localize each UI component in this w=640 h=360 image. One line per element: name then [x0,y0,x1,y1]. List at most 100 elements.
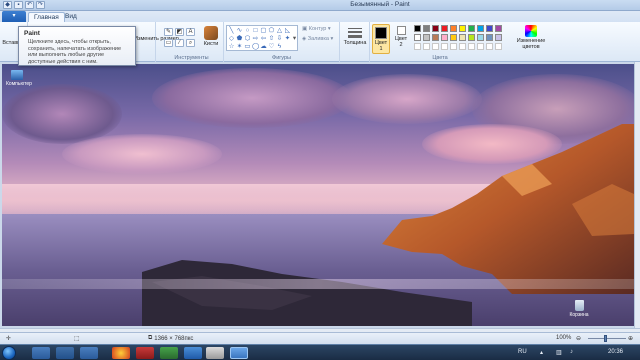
edit-colors-button[interactable]: Изменение цветов [514,25,548,50]
palette-swatch[interactable] [486,25,493,32]
line-shape-icon[interactable]: ╲ [228,27,235,34]
fill-icon[interactable]: ◩ [175,28,184,36]
diamond-shape-icon[interactable]: ◇ [228,35,235,42]
selection-size: ⬚ [74,335,80,342]
palette-swatch[interactable] [486,34,493,41]
palette-swatch[interactable] [414,25,421,32]
app-blue-icon[interactable] [184,347,202,359]
yandex-browser-icon[interactable] [112,347,130,359]
vertical-scrollbar[interactable] [634,62,640,332]
palette-swatch[interactable] [414,34,421,41]
palette-empty-swatch[interactable] [477,43,484,50]
triangle-shape-icon[interactable]: △ [276,27,283,34]
clock[interactable]: 20:36 [608,349,623,355]
palette-swatch[interactable] [423,25,430,32]
arrow-left-shape-icon[interactable]: ⇦ [260,35,267,42]
palette-swatch[interactable] [450,34,457,41]
palette-empty-swatch[interactable] [468,43,475,50]
brushes-button[interactable]: Кисти [200,26,222,47]
paint-taskbar-icon[interactable] [230,347,248,359]
zoom-out-button[interactable]: ⊖ [576,335,581,342]
gallery-scroll-icon[interactable]: ▾ [291,35,298,42]
palette-empty-swatch[interactable] [495,43,502,50]
palette-empty-swatch[interactable] [459,43,466,50]
app-gray-icon[interactable] [206,347,224,359]
palette-swatch[interactable] [495,25,502,32]
zoom-slider-thumb[interactable] [604,335,607,342]
app-green-icon[interactable] [160,347,178,359]
palette-empty-swatch[interactable] [486,43,493,50]
color2-button[interactable]: Цвет 2 [393,26,409,48]
palette-swatch[interactable] [441,34,448,41]
tab-view[interactable]: Вид [60,12,82,22]
cloud-shape [2,84,122,144]
palette-swatch[interactable] [441,25,448,32]
thickness-label: Толщина [343,40,367,46]
palette-swatch[interactable] [459,34,466,41]
explorer-icon[interactable] [32,347,50,359]
callout-rect-shape-icon[interactable]: ▭ [244,43,251,50]
eraser-icon[interactable]: ▭ [164,39,173,47]
outline-dropdown[interactable]: ▣ Контур ▾ [302,26,331,32]
hexagon-shape-icon[interactable]: ⬡ [244,35,251,42]
paint-menu-button[interactable]: ▾ [2,11,26,22]
tools-group-label: Инструменты [174,55,209,61]
palette-swatch[interactable] [432,25,439,32]
palette-swatch[interactable] [459,25,466,32]
folder-icon[interactable] [80,347,98,359]
oval-shape-icon[interactable]: ○ [244,27,251,34]
palette-swatch[interactable] [450,25,457,32]
volume-icon[interactable]: ♪ [570,349,573,355]
palette-empty-swatch[interactable] [414,43,421,50]
palette-swatch[interactable] [423,34,430,41]
ribbon-tabs: ▾ Главная Вид [0,11,640,22]
network-icon[interactable]: ▥ [556,349,562,356]
recycle-bin-desktop-icon[interactable]: Корзина [568,300,590,318]
polygon-shape-icon[interactable]: ⬠ [268,27,275,34]
media-player-icon[interactable] [56,347,74,359]
lightning-shape-icon[interactable]: ϟ [276,43,283,50]
curve-shape-icon[interactable]: ∿ [236,27,243,34]
start-button[interactable] [2,346,16,360]
palette-swatch[interactable] [477,34,484,41]
zoom-in-button[interactable]: ⊕ [628,335,633,342]
color-wheel-icon [525,25,537,37]
pentagon-shape-icon[interactable]: ⬟ [236,35,243,42]
color1-button[interactable]: Цвет 1 [372,24,390,54]
rectangle-shape-icon[interactable]: □ [252,27,259,34]
language-indicator[interactable]: RU [518,349,527,355]
palette-empty-swatch[interactable] [450,43,457,50]
right-triangle-shape-icon[interactable]: ◺ [284,27,291,34]
palette-empty-swatch[interactable] [441,43,448,50]
edit-colors-label: Изменение цветов [516,38,546,50]
zoom-slider[interactable] [588,335,626,342]
arrow-down-shape-icon[interactable]: ⇩ [276,35,283,42]
palette-empty-swatch[interactable] [423,43,430,50]
callout-cloud-shape-icon[interactable]: ☁ [260,43,267,50]
star5-shape-icon[interactable]: ☆ [228,43,235,50]
palette-empty-swatch[interactable] [432,43,439,50]
palette-swatch[interactable] [495,34,502,41]
rounded-rect-shape-icon[interactable]: ▢ [260,27,267,34]
palette-swatch[interactable] [468,25,475,32]
pencil-icon[interactable]: ✎ [164,28,173,36]
color-picker-icon[interactable]: ⁄ [175,39,184,47]
computer-desktop-icon[interactable]: Компьютер [6,70,32,87]
app-red-icon[interactable] [136,347,154,359]
callout-oval-shape-icon[interactable]: ◯ [252,43,259,50]
palette-swatch[interactable] [477,25,484,32]
palette-swatch[interactable] [468,34,475,41]
fill-dropdown[interactable]: ◈ Заливка ▾ [302,36,333,42]
heart-shape-icon[interactable]: ♡ [268,43,275,50]
arrow-right-shape-icon[interactable]: ⇨ [252,35,259,42]
tray-arrow-icon[interactable]: ▴ [540,349,543,356]
drawing-canvas[interactable]: Компьютер Корзина [2,64,634,326]
star6-shape-icon[interactable]: ✶ [236,43,243,50]
palette-swatch[interactable] [432,34,439,41]
thickness-button[interactable]: Толщина [342,26,368,46]
text-icon[interactable]: A [186,28,195,36]
star4-shape-icon[interactable]: ✦ [284,35,291,42]
arrow-up-shape-icon[interactable]: ⇧ [268,35,275,42]
shapes-gallery[interactable]: ╲ ∿ ○ □ ▢ ⬠ △ ◺ ◇ ⬟ ⬡ ⇨ ⇦ ⇧ ⇩ ✦ ☆ ✶ ▭ ◯ … [226,25,298,51]
magnifier-icon[interactable]: ⌕ [186,39,195,47]
